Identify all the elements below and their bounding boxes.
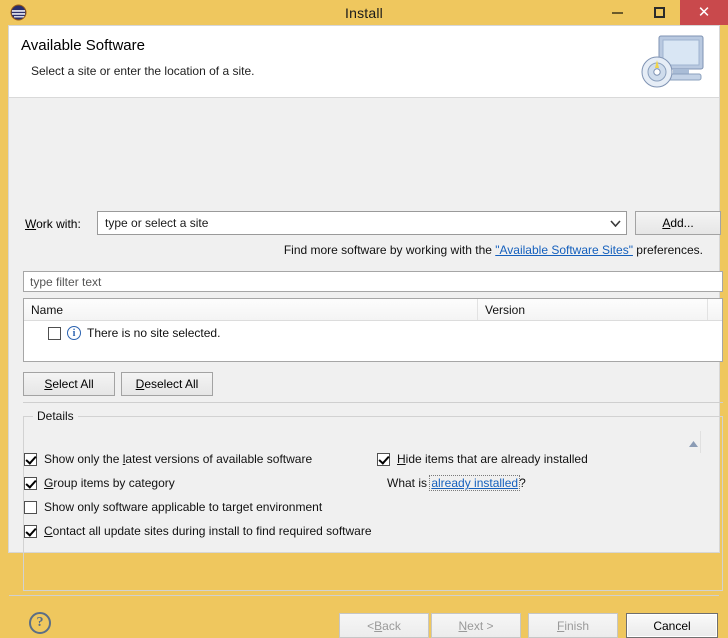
maximize-icon — [653, 7, 665, 18]
more-software-hint: Find more software by working with the "… — [284, 243, 703, 257]
option-group-by-category[interactable]: Group items by category — [24, 476, 175, 490]
checkbox-show-latest-versions[interactable] — [24, 452, 37, 466]
back-button[interactable]: < Back — [339, 613, 429, 638]
filter-placeholder: type filter text — [30, 274, 102, 289]
option-label: Show only software applicable to target … — [44, 500, 323, 514]
row-checkbox[interactable] — [48, 326, 61, 340]
close-button[interactable]: ✕ — [680, 0, 728, 25]
close-icon: ✕ — [697, 4, 711, 21]
scroll-up-arrow-icon[interactable] — [687, 435, 699, 447]
column-header-name[interactable]: Name — [24, 299, 478, 320]
what-is-suffix: ? — [519, 476, 526, 490]
option-label: Contact all update sites during install … — [44, 524, 372, 538]
option-label: Hide items that are already installed — [397, 452, 588, 466]
dialog-header: Available Software Select a site or ente… — [9, 26, 719, 98]
row-label: There is no site selected. — [87, 326, 221, 340]
checkbox-group-by-category[interactable] — [24, 476, 37, 490]
site-combo-value: type or select a site — [105, 216, 209, 230]
table-header: Name Version — [24, 299, 722, 321]
option-label: Show only the latest versions of availab… — [44, 452, 313, 466]
details-legend: Details — [33, 409, 78, 423]
minimize-button[interactable] — [596, 0, 638, 25]
title-bar: Install ✕ — [0, 0, 728, 25]
table-row[interactable]: i There is no site selected. — [24, 321, 722, 345]
maximize-button[interactable] — [638, 0, 680, 25]
chevron-down-icon — [604, 219, 626, 227]
software-table: Name Version i There is no site selected… — [23, 298, 723, 362]
work-with-label: Work with: — [25, 217, 81, 231]
select-all-button[interactable]: Select All — [23, 372, 115, 396]
available-software-sites-link[interactable]: "Available Software Sites" — [495, 243, 633, 257]
option-show-latest-versions[interactable]: Show only the latest versions of availab… — [24, 452, 312, 466]
option-applicable-to-target[interactable]: Show only software applicable to target … — [24, 500, 322, 514]
what-is-already-installed: What is already installed? — [387, 475, 526, 491]
footer-separator — [9, 595, 719, 596]
finish-button[interactable]: Finish — [528, 613, 618, 638]
column-header-version[interactable]: Version — [478, 299, 708, 320]
option-contact-update-sites[interactable]: Contact all update sites during install … — [24, 524, 372, 538]
checkbox-contact-update-sites[interactable] — [24, 524, 37, 538]
separator — [23, 402, 723, 403]
install-dialog-window: Install ✕ Available Software Select a si… — [0, 0, 728, 638]
add-site-button[interactable]: Add... — [635, 211, 721, 235]
page-subtitle: Select a site or enter the location of a… — [31, 64, 255, 78]
hint-suffix: preferences. — [632, 243, 703, 257]
page-title: Available Software — [21, 37, 145, 54]
checkbox-hide-installed-items[interactable] — [377, 452, 390, 466]
next-button[interactable]: Next > — [431, 613, 521, 638]
option-label: Group items by category — [44, 476, 175, 490]
eclipse-icon — [10, 4, 27, 21]
computer-disc-icon — [637, 34, 707, 92]
deselect-all-button[interactable]: Deselect All — [121, 372, 213, 396]
site-combo[interactable]: type or select a site — [97, 211, 627, 235]
minimize-icon — [611, 11, 623, 14]
option-hide-installed-items[interactable]: Hide items that are already installed — [377, 452, 588, 466]
dialog-content: Work with: type or select a site Add... … — [9, 98, 723, 638]
already-installed-link[interactable]: already installed — [429, 475, 521, 491]
hint-prefix: Find more software by working with the — [283, 243, 496, 257]
help-question-icon[interactable]: ? — [29, 612, 51, 634]
cancel-button[interactable]: Cancel — [626, 613, 718, 638]
what-is-prefix: What is — [387, 476, 431, 490]
info-icon: i — [67, 326, 81, 340]
filter-input[interactable]: type filter text — [23, 271, 723, 292]
checkbox-applicable-to-target[interactable] — [24, 500, 37, 514]
dialog-body: Available Software Select a site or ente… — [8, 25, 723, 638]
